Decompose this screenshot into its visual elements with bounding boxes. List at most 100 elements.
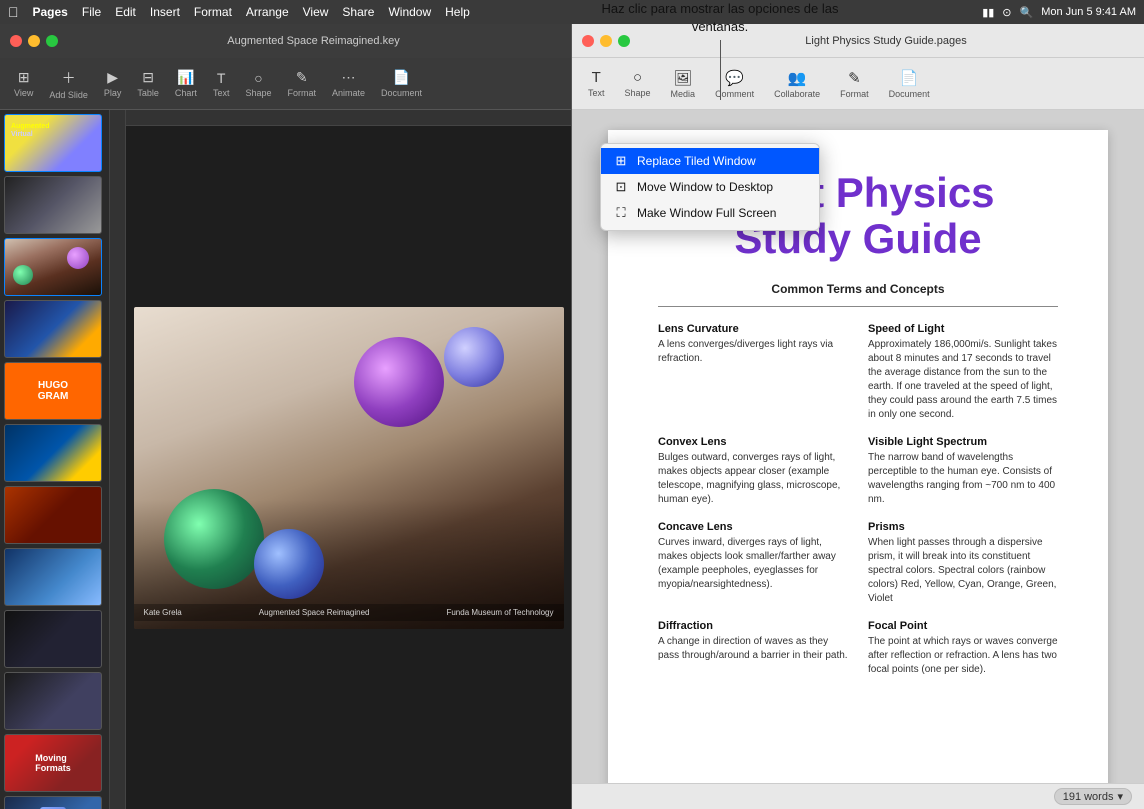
wifi-icon: ⊙ (1002, 6, 1011, 19)
traffic-lights (10, 35, 58, 47)
doc-subtitle: Common Terms and Concepts (658, 282, 1058, 296)
shape-icon: ○ (254, 70, 262, 86)
pages-toolbar-text[interactable]: T Text (580, 65, 613, 102)
menu-edit[interactable]: Edit (115, 5, 136, 19)
main-slide-canvas: Kate Grela Augmented Space Reimagined Fu… (134, 307, 564, 629)
pages-toolbar: T Text ○ Shape 🖼 Media 💬 Comment 👥 Colla… (572, 58, 1144, 110)
pages-toolbar-collaborate[interactable]: 👥 Collaborate (766, 65, 828, 103)
toolbar-view[interactable]: ⊞ View (8, 65, 39, 102)
dropdown-move-to-desktop[interactable]: ⊡ Move Window to Desktop (601, 174, 819, 200)
pages-media-icon: 🖼 (673, 69, 692, 87)
pages-titlebar: Light Physics Study Guide.pages (572, 24, 1144, 58)
toolbar-animate-label: Animate (332, 88, 365, 98)
pages-window: Light Physics Study Guide.pages T Text ○… (572, 24, 1144, 809)
dropdown-make-fullscreen[interactable]: ⛶ Make Window Full Screen (601, 200, 819, 226)
slide-thumb-10[interactable] (4, 672, 102, 730)
toolbar-document[interactable]: 📄 Document (375, 65, 428, 102)
dropdown-item-label-2: Make Window Full Screen (637, 206, 776, 220)
keynote-window-title: Augmented Space Reimagined.key (66, 35, 561, 47)
menu-share[interactable]: Share (342, 5, 374, 19)
play-icon: ▶ (107, 69, 118, 86)
dropdown-replace-tiled-window[interactable]: ⊞ Replace Tiled Window (601, 148, 819, 174)
toolbar-chart[interactable]: 📊 Chart (169, 65, 203, 102)
fullscreen-button[interactable] (46, 35, 58, 47)
menu-view[interactable]: View (303, 5, 329, 19)
keynote-toolbar: ⊞ View ＋ Add Slide ▶ Play ⊟ Table 📊 Char… (0, 58, 571, 110)
dropdown-item-label-1: Move Window to Desktop (637, 180, 773, 194)
battery-icon: ▮▮ (982, 6, 994, 19)
slide-thumb-11[interactable]: MovingFormats (4, 734, 102, 792)
pages-toolbar-shape[interactable]: ○ Shape (617, 65, 659, 102)
pages-text-icon: T (592, 69, 601, 86)
toolbar-text[interactable]: T Text (207, 66, 236, 102)
sphere-navy (254, 529, 324, 599)
table-icon: ⊟ (142, 69, 154, 86)
term-speed-of-light: Speed of Light Approximately 186,000mi/s… (868, 323, 1058, 422)
menu-file[interactable]: File (82, 5, 101, 19)
keynote-titlebar: Augmented Space Reimagined.key (0, 24, 571, 58)
pages-collaborate-label: Collaborate (774, 89, 820, 99)
pages-media-label: Media (671, 89, 696, 99)
slide-thumb-6[interactable] (4, 424, 102, 482)
apple-menu[interactable]:  (8, 4, 19, 20)
menu-window[interactable]: Window (388, 5, 431, 19)
menu-pages[interactable]: Pages (33, 5, 68, 19)
pages-shape-label: Shape (625, 88, 651, 98)
replace-tiled-icon: ⊞ (613, 153, 629, 169)
toolbar-add-slide-label: Add Slide (49, 90, 88, 100)
make-fullscreen-icon: ⛶ (613, 205, 629, 221)
menubar-right: ▮▮ ⊙ 🔍 Mon Jun 5 9:41 AM (982, 6, 1136, 19)
pages-toolbar-media[interactable]: 🖼 Media (663, 65, 704, 103)
caption-right: Funda Museum of Technology (446, 608, 553, 617)
toolbar-chart-label: Chart (175, 88, 197, 98)
toolbar-play-label: Play (104, 88, 122, 98)
move-desktop-icon: ⊡ (613, 179, 629, 195)
caption-center: Augmented Space Reimagined (259, 608, 370, 617)
word-count-badge[interactable]: 191 words ▾ (1054, 788, 1132, 805)
search-icon[interactable]: 🔍 (1020, 6, 1034, 19)
pages-toolbar-document[interactable]: 📄 Document (881, 65, 938, 103)
toolbar-add-slide[interactable]: ＋ Add Slide (43, 64, 94, 104)
slide-thumb-4[interactable] (4, 300, 102, 358)
toolbar-format[interactable]: ✎ Format (281, 65, 322, 102)
slide-panel[interactable]: Augmented Virtual HUGOGRAM (0, 110, 110, 809)
toolbar-view-label: View (14, 88, 33, 98)
slide-thumb-3[interactable] (4, 238, 102, 296)
word-count-chevron: ▾ (1117, 790, 1123, 803)
menu-help[interactable]: Help (445, 5, 470, 19)
slide-thumb-8[interactable] (4, 548, 102, 606)
slide-thumb-1[interactable]: Augmented Virtual (4, 114, 102, 172)
toolbar-format-label: Format (287, 88, 316, 98)
pages-shape-icon: ○ (633, 69, 642, 86)
sphere-blue (444, 327, 504, 387)
pages-fullscreen-button[interactable] (618, 35, 630, 47)
toolbar-play[interactable]: ▶ Play (98, 65, 128, 102)
term-concave-lens: Concave Lens Curves inward, diverges ray… (658, 521, 848, 606)
menu-format[interactable]: Format (194, 5, 232, 19)
menu-arrange[interactable]: Arrange (246, 5, 289, 19)
pages-toolbar-format[interactable]: ✎ Format (832, 65, 877, 103)
slide-thumb-2[interactable] (4, 176, 102, 234)
canvas-area: Kate Grela Augmented Space Reimagined Fu… (110, 110, 571, 809)
term-convex-lens: Convex Lens Bulges outward, converges ra… (658, 436, 848, 507)
toolbar-table[interactable]: ⊟ Table (131, 65, 165, 102)
toolbar-animate[interactable]: ⋯ Animate (326, 65, 371, 102)
clock: Mon Jun 5 9:41 AM (1041, 6, 1136, 18)
pages-statusbar: 191 words ▾ (572, 783, 1144, 809)
close-button[interactable] (10, 35, 22, 47)
windows-container: Augmented Space Reimagined.key ⊞ View ＋ … (0, 24, 1144, 809)
pages-toolbar-comment[interactable]: 💬 Comment (707, 65, 762, 103)
toolbar-shape[interactable]: ○ Shape (239, 66, 277, 102)
dropdown-menu: ⊞ Replace Tiled Window ⊡ Move Window to … (600, 143, 820, 231)
minimize-button[interactable] (28, 35, 40, 47)
slide-thumb-12[interactable] (4, 796, 102, 809)
pages-minimize-button[interactable] (600, 35, 612, 47)
pages-format-icon: ✎ (848, 69, 861, 87)
menu-insert[interactable]: Insert (150, 5, 180, 19)
slide-thumb-7[interactable] (4, 486, 102, 544)
word-count-text: 191 words (1063, 791, 1114, 803)
slide-thumb-5[interactable]: HUGOGRAM (4, 362, 102, 420)
keynote-window: Augmented Space Reimagined.key ⊞ View ＋ … (0, 24, 572, 809)
slide-thumb-9[interactable] (4, 610, 102, 668)
pages-close-button[interactable] (582, 35, 594, 47)
